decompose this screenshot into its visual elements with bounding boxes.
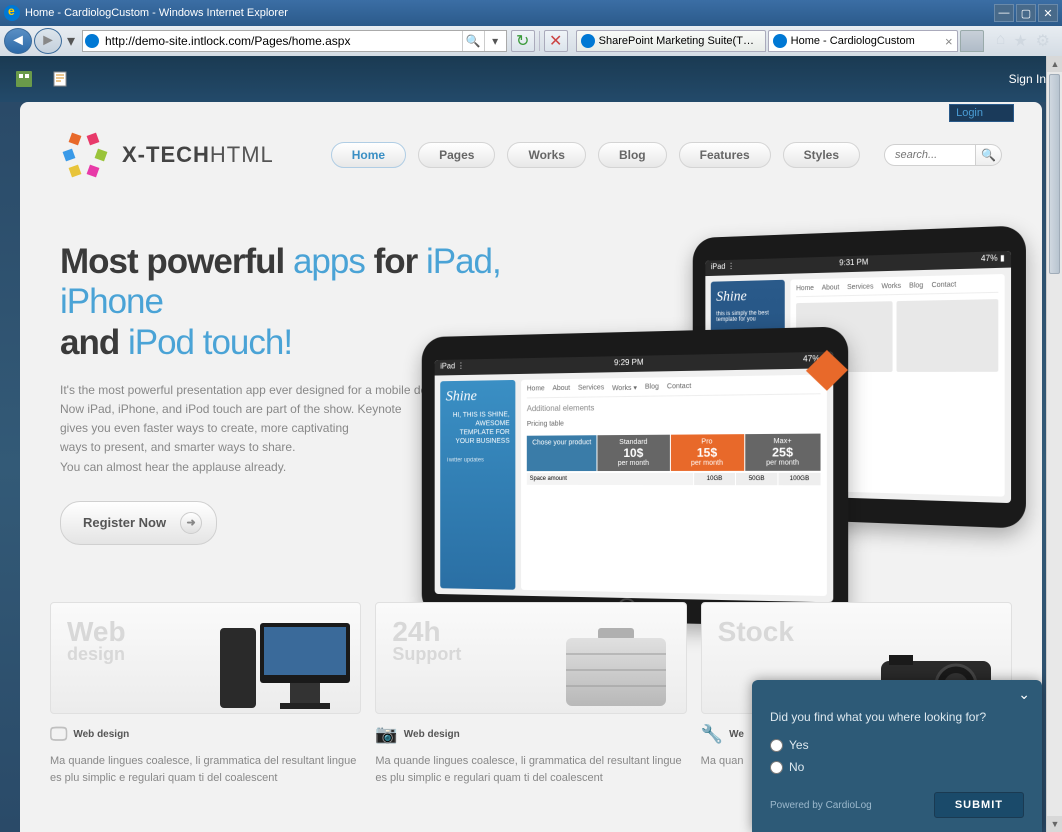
search-input[interactable]: [884, 144, 976, 166]
tab-favicon-icon: [773, 34, 787, 48]
url-input[interactable]: [101, 34, 462, 48]
window-titlebar: Home - CardiologCustom - Windows Interne…: [0, 0, 1062, 26]
tab-favicon-icon: [581, 34, 595, 48]
page-favicon-icon: [83, 34, 101, 48]
scroll-down-icon[interactable]: ▼: [1047, 816, 1062, 832]
sharepoint-ribbon: Sign In: [0, 56, 1062, 102]
survey-submit-button[interactable]: SUBMIT: [934, 792, 1024, 818]
scroll-thumb[interactable]: [1049, 74, 1060, 274]
go-dropdown[interactable]: ▾: [484, 31, 506, 51]
wrench-icon: 🔧: [701, 724, 723, 745]
close-button[interactable]: ✕: [1038, 4, 1058, 22]
maximize-button[interactable]: ▢: [1016, 4, 1036, 22]
survey-option-no[interactable]: No: [770, 760, 1024, 774]
nav-blog[interactable]: Blog: [598, 142, 667, 168]
edit-page-icon[interactable]: [52, 71, 68, 87]
feature-web-design[interactable]: Web design: [50, 602, 361, 714]
meta-text: Ma quande lingues coalesce, li grammatic…: [50, 753, 361, 786]
site-logo[interactable]: X-TECHHTML: [60, 130, 274, 180]
hero-image: iPad ⋮9:31 PM47% ▮ Shinethis is simply t…: [402, 232, 1042, 602]
main-nav: Home Pages Works Blog Features Styles 🔍: [331, 142, 1002, 168]
refresh-button[interactable]: ↻: [511, 30, 535, 52]
tablet-front: iPad ⋮9:29 PM47% ▮ Shine HI, THIS IS SHI…: [422, 326, 848, 627]
camera-icon: 📷: [375, 724, 397, 745]
nav-pages[interactable]: Pages: [418, 142, 495, 168]
survey-powered-by: Powered by CardioLog: [770, 800, 872, 811]
favorites-icon[interactable]: ★: [1013, 31, 1027, 51]
window-title: Home - CardiologCustom - Windows Interne…: [25, 7, 994, 19]
desktop-icon: [220, 623, 350, 713]
browser-tab[interactable]: SharePoint Marketing Suite(TM) ...: [576, 30, 766, 52]
home-icon[interactable]: ⌂: [996, 31, 1006, 51]
site-actions-icon[interactable]: [16, 71, 32, 87]
back-button[interactable]: ◄: [4, 28, 32, 54]
stop-button[interactable]: ✕: [544, 30, 568, 52]
logo-text: X-TECHHTML: [122, 142, 274, 168]
vertical-scrollbar[interactable]: ▲ ▼: [1046, 56, 1062, 832]
address-bar: 🔍 ▾: [82, 30, 507, 52]
survey-option-yes[interactable]: Yes: [770, 738, 1024, 752]
search-icon[interactable]: 🔍: [462, 31, 484, 51]
register-button[interactable]: Register Now ➜: [60, 501, 217, 545]
sign-in-link[interactable]: Sign In: [1009, 72, 1046, 86]
login-link[interactable]: Login: [949, 104, 1014, 122]
new-tab-button[interactable]: [960, 30, 984, 52]
ie-icon: [4, 5, 20, 21]
collapse-icon[interactable]: ⌄: [1018, 686, 1030, 703]
arrow-right-icon: ➜: [180, 512, 202, 534]
tab-label: SharePoint Marketing Suite(TM) ...: [599, 35, 761, 47]
browser-tab[interactable]: Home - CardiologCustom ×: [768, 30, 958, 52]
tab-label: Home - CardiologCustom: [791, 35, 941, 47]
browser-toolbar: ◄ ► ▾ 🔍 ▾ ↻ ✕ SharePoint Marketing Suite…: [0, 26, 1062, 56]
search-button[interactable]: 🔍: [976, 144, 1002, 166]
meta-label: Web design: [404, 729, 460, 740]
tools-icon[interactable]: ⚙: [1036, 31, 1050, 51]
feature-support[interactable]: 24h Support: [375, 602, 686, 714]
logo-mark-icon: [60, 130, 110, 180]
meta-text: Ma quande lingues coalesce, li grammatic…: [375, 753, 686, 786]
minimize-button[interactable]: —: [994, 4, 1014, 22]
history-dropdown[interactable]: ▾: [64, 28, 78, 54]
nav-features[interactable]: Features: [679, 142, 771, 168]
nav-home[interactable]: Home: [331, 142, 406, 168]
site-header: X-TECHHTML Home Pages Works Blog Feature…: [20, 102, 1042, 192]
scroll-up-icon[interactable]: ▲: [1047, 56, 1062, 72]
tab-close-icon[interactable]: ×: [945, 34, 953, 49]
survey-question: Did you find what you where looking for?: [770, 710, 1024, 724]
nav-styles[interactable]: Styles: [783, 142, 860, 168]
nav-works[interactable]: Works: [507, 142, 585, 168]
meta-label: We: [729, 729, 744, 740]
briefcase-icon: [556, 628, 676, 713]
survey-popup: ⌄ Did you find what you where looking fo…: [752, 680, 1042, 832]
meta-label: Web design: [73, 729, 129, 740]
monitor-icon: 🖵: [50, 724, 67, 745]
hero-section: Most powerful apps for iPad, iPhoneand i…: [20, 192, 1042, 592]
forward-button[interactable]: ►: [34, 28, 62, 54]
